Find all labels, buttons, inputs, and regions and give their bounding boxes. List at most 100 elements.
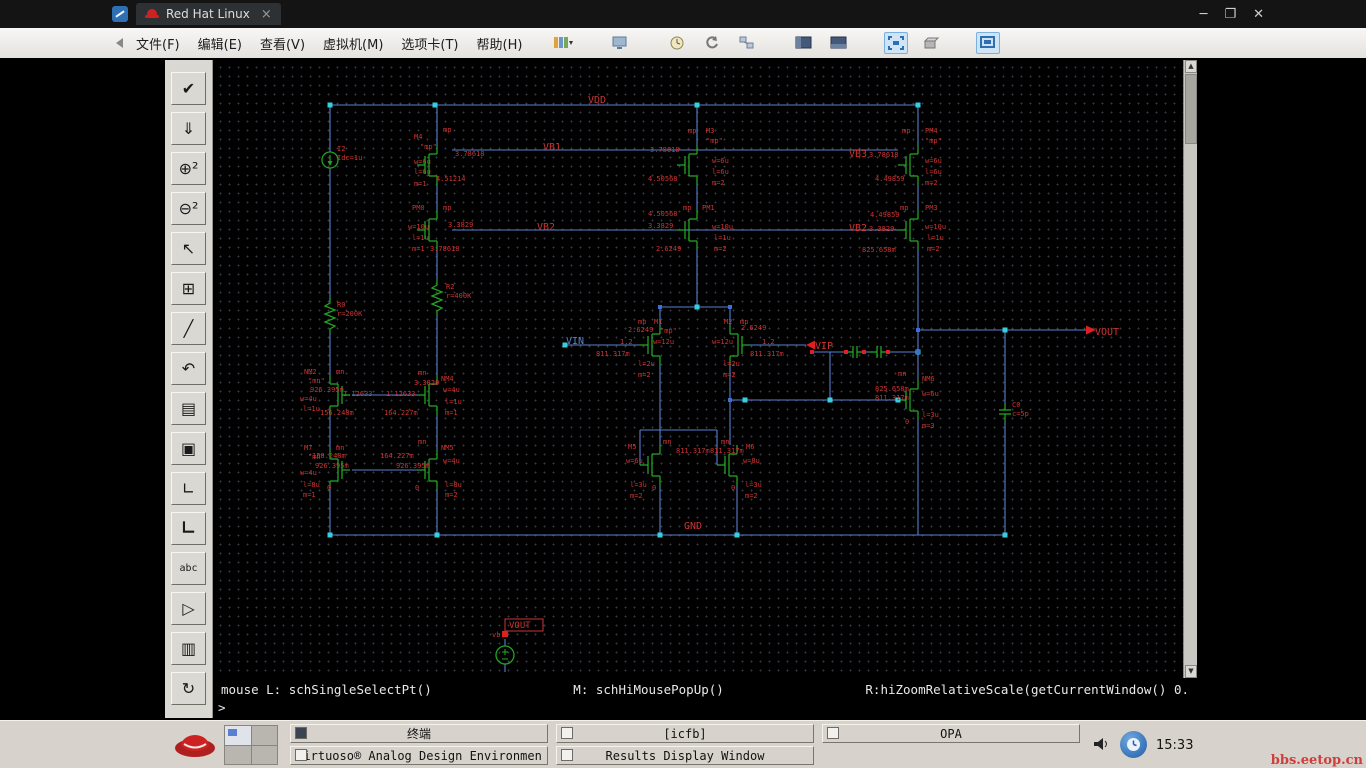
scrollbar-thumb[interactable] [1185,74,1197,144]
schematic-label[interactable]: l=1u [412,234,429,242]
schematic-label[interactable]: R2 [446,283,454,291]
menu-edit[interactable]: 编辑(E) [189,29,251,58]
connection-handle[interactable] [328,533,333,538]
fit-guest-icon[interactable] [884,32,908,54]
command-prompt[interactable]: > [213,700,1197,718]
taskbar-button-icfb[interactable]: [icfb] [556,724,814,743]
taskbar-button-virtuoso-ade[interactable]: Virtuoso® Analog Design Environmen [290,746,548,765]
connection-handle[interactable] [743,398,748,403]
connection-handle[interactable] [435,533,440,538]
schematic-label[interactable]: 3.78618 [455,150,485,158]
taskbar-clock[interactable]: 15:33 [1156,738,1193,753]
schematic-label[interactable]: M4 [414,133,422,141]
schematic-label[interactable]: r=400K [446,292,472,300]
schematic-label[interactable]: "mp" [706,137,723,145]
schematic-label[interactable]: 3.3829 [448,221,473,229]
schematic-label[interactable]: l=1u [927,234,944,242]
schematic-label[interactable]: 0 [327,484,331,492]
clock-applet-icon[interactable] [1120,731,1147,758]
schematic-label[interactable]: VOUT [1095,327,1119,338]
scroll-down-arrow[interactable]: ▼ [1185,665,1197,678]
schematic-label[interactable]: r=200K [337,310,363,318]
schematic-label[interactable]: 2.6249 [656,245,681,253]
schematic-label[interactable]: m=2 [723,371,736,379]
schematic-label[interactable]: 1.12633 [343,390,373,398]
schematic-label[interactable]: l=3u [745,481,762,489]
schematic-label[interactable]: VB2 [537,222,555,233]
menu-file[interactable]: 文件(F) [127,29,189,58]
schematic-label[interactable]: mp [443,126,451,134]
connection-handle[interactable] [916,103,921,108]
taskbar-button-opa[interactable]: OPA [822,724,1080,743]
connection-handle[interactable] [658,533,663,538]
schematic-label[interactable]: 4.50568 [648,210,678,218]
connection-handle[interactable] [1003,533,1008,538]
schematic-label[interactable]: PM0 [412,204,425,212]
schematic-label[interactable]: VOUT [509,621,531,631]
schematic-label[interactable]: w=4u [443,457,460,465]
instance-button[interactable]: ▣ [171,432,206,465]
schematic-label[interactable]: m=3 [922,422,935,430]
schematic-label[interactable]: w=10u [712,223,733,231]
schematic-label[interactable]: 926.395m [396,462,430,470]
device-R2[interactable] [432,280,442,316]
schematic-label[interactable]: 158.248m [312,452,346,460]
wire-wide-button[interactable]: ∟ [171,512,206,545]
check-and-save-button[interactable]: ✔ [171,72,206,105]
schematic-label[interactable]: l=2u [723,360,740,368]
schematic-label[interactable]: 825.658m [875,385,909,393]
menu-view[interactable]: 查看(V) [251,29,314,58]
schematic-label[interactable]: m=1 [303,491,316,499]
schematic-label[interactable]: M5 [628,443,636,451]
schematic-label[interactable]: w=6u [922,390,939,398]
schematic-label[interactable]: m=2 [445,491,458,499]
schematic-label[interactable]: w=12u [712,338,733,346]
schematic-label[interactable]: w=8u [743,457,760,465]
pin-vip[interactable] [806,341,815,350]
schematic-label[interactable]: NM2 [304,368,317,376]
device-I2[interactable] [328,161,333,166]
schematic-label[interactable]: PM3 [925,204,938,212]
thumbnail-panel-icon[interactable] [827,32,851,54]
schematic-label[interactable]: PM1 [702,204,715,212]
property-button[interactable]: ▤ [171,392,206,425]
connection-handle[interactable] [695,103,700,108]
schematic-label[interactable]: w=10u [925,223,946,231]
schematic-label[interactable]: l=6u [414,168,431,176]
redhat-menu-button[interactable] [172,724,218,764]
schematic-label[interactable]: 811.317m [676,447,710,455]
workspace-1[interactable] [225,726,251,745]
schematic-label[interactable]: w=6u [925,157,942,165]
schematic-label[interactable]: 3.78618 [650,146,680,154]
undo-button[interactable]: ↶ [171,352,206,385]
schematic-label[interactable]: w=10u [408,223,429,231]
schematic-label[interactable]: mn [418,369,426,377]
schematic-label[interactable]: l=8u [445,481,462,489]
schematic-label[interactable]: C0 [1012,401,1020,409]
schematic-label[interactable]: M3 [706,127,714,135]
connection-handle[interactable] [695,305,700,310]
schematic-label[interactable]: 3.78618 [869,151,899,159]
schematic-label[interactable]: 3.3829 [648,222,673,230]
schematic-label[interactable]: VB1 [543,142,561,153]
schematic-label[interactable]: m=1 [412,245,425,253]
menu-tabs[interactable]: 选项卡(T) [392,29,467,58]
power-icon[interactable] [551,32,575,54]
schematic-svg[interactable]: VDDGNDVB1VB2VB3VB2VINVIPVOUTVOUTvbI2Idc=… [213,60,1183,678]
schematic-label[interactable]: VB2 [849,223,867,234]
fullscreen-icon[interactable] [976,32,1000,54]
menu-grip-icon[interactable] [116,38,123,48]
workspace-2[interactable] [252,726,278,745]
schematic-label[interactable]: mp [902,127,910,135]
schematic-label[interactable]: w=12u [653,338,674,346]
copy-button[interactable]: ⊞ [171,272,206,305]
wire-narrow-button[interactable]: ∟ [171,472,206,505]
schematic-label[interactable]: m=2 [927,245,940,253]
revert-snapshot-icon[interactable] [700,32,724,54]
connection-handle[interactable] [433,103,438,108]
schematic-label[interactable]: l=6u [925,168,942,176]
menu-help[interactable]: 帮助(H) [468,29,532,58]
wire-label-button[interactable]: abc [171,552,206,585]
schematic-label[interactable]: m=1 [414,180,427,188]
close-button[interactable]: ✕ [1253,7,1264,22]
